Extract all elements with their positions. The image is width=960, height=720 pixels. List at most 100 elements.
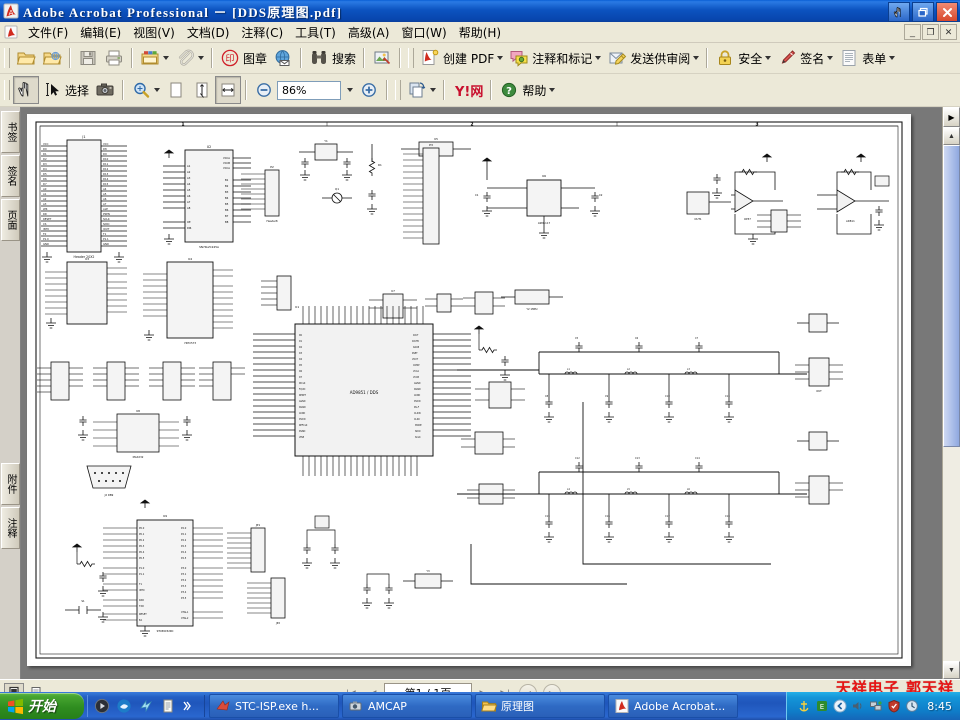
nav-tab-pages[interactable]: 页面 — [1, 199, 20, 241]
send-review-button[interactable]: 发送供审阅 — [604, 44, 702, 72]
menu-document[interactable]: 文档(D) — [181, 22, 236, 43]
menu-advanced[interactable]: 高级(A) — [342, 22, 396, 43]
open-web-button[interactable] — [39, 44, 65, 72]
zoom-out-button[interactable] — [251, 76, 277, 104]
taskbar-item-amcap[interactable]: AMCAP — [342, 694, 472, 718]
svg-text:AD811: AD811 — [846, 219, 855, 223]
menu-comment[interactable]: 注释(C) — [235, 22, 289, 43]
actual-size-button[interactable] — [163, 76, 189, 104]
nav-tab-comments[interactable]: 注释 — [1, 507, 20, 549]
quick-launch-more-icon[interactable] — [182, 698, 198, 714]
scrollbar-split-button[interactable]: ▶ — [943, 107, 960, 127]
zoom-level-input[interactable]: 86% — [277, 80, 342, 100]
tray-volume-icon[interactable] — [851, 699, 865, 713]
menu-help[interactable]: 帮助(H) — [453, 22, 507, 43]
print-button[interactable] — [101, 44, 127, 72]
sign-dropdown-arrow[interactable] — [827, 56, 834, 60]
browser-icon[interactable] — [116, 698, 132, 714]
fit-page-button[interactable] — [189, 76, 215, 104]
email-button[interactable] — [270, 44, 296, 72]
nav-tab-signatures[interactable]: 签名 — [1, 155, 20, 197]
main-area: 书签 签名 页面 附件 注释 1 2 3 J1 Header 20X2 VCC … — [0, 107, 960, 679]
taskbar-item-stc-isp[interactable]: STC-ISP.exe h... — [209, 694, 339, 718]
mdi-close-button[interactable]: ✕ — [940, 24, 957, 40]
tray-app-icon[interactable]: E — [815, 699, 829, 713]
secure-button[interactable]: 安全 — [712, 44, 774, 72]
create-pdf-dropdown-arrow[interactable] — [497, 56, 504, 60]
system-clock[interactable]: 8:45 — [927, 700, 952, 713]
scrollbar-track[interactable] — [943, 145, 960, 661]
attach-button[interactable] — [172, 44, 207, 72]
save-button[interactable] — [75, 44, 101, 72]
forms-button[interactable]: 表单 — [836, 44, 898, 72]
attach-dropdown-arrow[interactable] — [198, 56, 204, 60]
menu-edit[interactable]: 编辑(E) — [74, 22, 127, 43]
notepad-icon[interactable] — [160, 698, 176, 714]
hand-tool-button[interactable] — [13, 76, 39, 104]
sign-button[interactable]: 签名 — [774, 44, 836, 72]
taskbar-item-acrobat[interactable]: Adobe Acrobat... — [608, 694, 738, 718]
snapshot-tool-button[interactable] — [92, 76, 118, 104]
nav-tab-attachments[interactable]: 附件 — [1, 463, 20, 505]
search-button[interactable]: 搜索 — [306, 44, 359, 72]
scroll-down-button[interactable]: ▼ — [943, 661, 960, 679]
comment-markup-button[interactable]: 注释和标记 — [506, 44, 604, 72]
fit-width-button[interactable] — [215, 76, 242, 104]
zoom-tool-dropdown-arrow[interactable] — [154, 88, 161, 92]
forms-dropdown-arrow[interactable] — [889, 56, 896, 60]
zoom-in-button[interactable] — [356, 76, 382, 104]
organizer-dropdown-arrow[interactable] — [163, 56, 169, 60]
svg-text:P2.0: P2.0 — [181, 527, 187, 530]
tray-antivirus-icon[interactable] — [887, 699, 901, 713]
send-review-dropdown-arrow[interactable] — [693, 56, 700, 60]
menu-view[interactable]: 视图(V) — [127, 22, 181, 43]
select-tool-button[interactable]: 选择 — [39, 76, 92, 104]
svg-text:U8: U8 — [136, 409, 140, 413]
toolbar-grip[interactable] — [4, 48, 10, 68]
toolbar-grip[interactable] — [408, 48, 415, 68]
help-label: 帮助 — [522, 83, 547, 98]
zoom-dropdown-button[interactable] — [341, 76, 356, 104]
menu-file[interactable]: 文件(F) — [22, 22, 74, 43]
create-pdf-button[interactable]: 创建 PDF — [417, 44, 506, 72]
help-dropdown-arrow[interactable] — [549, 88, 556, 92]
open-button[interactable] — [13, 44, 39, 72]
close-button[interactable] — [936, 2, 958, 22]
media-player-icon[interactable] — [94, 698, 110, 714]
rotate-view-button[interactable] — [404, 76, 439, 104]
help-button[interactable]: ? 帮助 — [496, 76, 558, 104]
tray-chevron-icon[interactable] — [833, 699, 847, 713]
menu-window[interactable]: 窗口(W) — [395, 22, 452, 43]
zoom-dropdown-arrow[interactable] — [347, 88, 354, 92]
zoom-tool-button[interactable] — [128, 76, 163, 104]
menu-tools[interactable]: 工具(T) — [289, 22, 342, 43]
mdi-minimize-button[interactable]: _ — [904, 24, 921, 40]
scrollbar-thumb[interactable] — [943, 145, 960, 447]
secure-dropdown-arrow[interactable] — [765, 56, 772, 60]
stamp-button[interactable]: 印 图章 — [217, 44, 270, 72]
taskbar-item-folder[interactable]: 原理图 — [475, 694, 605, 718]
tray-update-icon[interactable] — [905, 699, 919, 713]
scroll-up-button[interactable]: ▲ — [943, 127, 960, 145]
tray-anchor-icon[interactable] — [797, 699, 811, 713]
pdf-page[interactable]: 1 2 3 J1 Header 20X2 VCC D0 D1 D2 D3 D4 … — [27, 114, 911, 666]
picture-tasks-button[interactable] — [369, 44, 395, 72]
yahoo-toolbar-button[interactable]: Y!网 — [449, 76, 486, 104]
minimize-button[interactable] — [888, 2, 910, 22]
svg-text:A3: A3 — [43, 202, 47, 206]
start-button[interactable]: 开始 — [0, 693, 84, 719]
document-view[interactable]: 1 2 3 J1 Header 20X2 VCC D0 D1 D2 D3 D4 … — [21, 107, 942, 679]
desktop-shortcut-icon[interactable] — [138, 698, 154, 714]
comment-markup-dropdown-arrow[interactable] — [595, 56, 602, 60]
nav-tab-bookmarks[interactable]: 书签 — [1, 111, 20, 153]
restore-button[interactable] — [912, 2, 934, 22]
rotate-dropdown-arrow[interactable] — [430, 88, 437, 92]
toolbar-grip[interactable] — [395, 80, 402, 100]
tray-network-icon[interactable] — [869, 699, 883, 713]
svg-text:P1.1: P1.1 — [103, 237, 109, 241]
vertical-scrollbar[interactable]: ▶ ▲ ▼ — [942, 107, 960, 679]
toolbar-grip[interactable] — [4, 80, 10, 100]
mdi-restore-button[interactable]: ❐ — [922, 24, 939, 40]
organizer-button[interactable] — [137, 44, 172, 72]
window-controls — [888, 2, 958, 22]
